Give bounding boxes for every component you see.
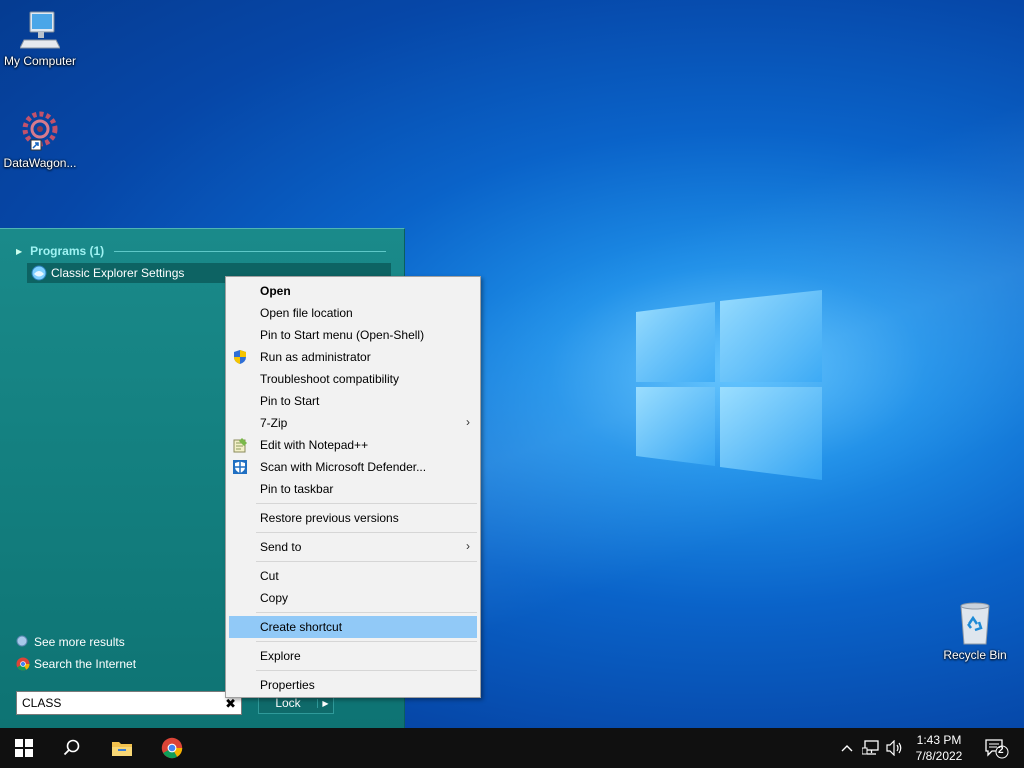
notification-count-badge: 2 bbox=[998, 745, 1004, 756]
menu-item-run-as-administrator[interactable]: Run as administrator bbox=[226, 346, 480, 368]
menu-item-open-file-location[interactable]: Open file location bbox=[226, 302, 480, 324]
see-more-results-label: See more results bbox=[34, 635, 125, 649]
notification-icon bbox=[985, 739, 1009, 759]
chrome-icon bbox=[161, 737, 183, 759]
search-icon bbox=[63, 739, 80, 756]
programs-section-header[interactable]: ▶ Programs (1) bbox=[16, 243, 386, 259]
menu-item-7-zip[interactable]: 7-Zip › bbox=[226, 412, 480, 434]
see-more-results-link[interactable]: See more results bbox=[16, 635, 125, 649]
menu-item-label: Scan with Microsoft Defender... bbox=[260, 460, 427, 474]
network-status-button[interactable] bbox=[860, 728, 882, 768]
section-divider bbox=[114, 250, 386, 252]
clear-search-icon[interactable]: ✖ bbox=[225, 696, 236, 712]
chevron-up-icon bbox=[841, 745, 853, 752]
expand-triangle-icon: ▶ bbox=[16, 246, 23, 256]
menu-item-send-to[interactable]: Send to › bbox=[226, 536, 480, 558]
desktop-icon-datawagon[interactable]: DataWagon... bbox=[0, 108, 80, 170]
menu-item-label: Open bbox=[260, 284, 291, 298]
volume-button[interactable] bbox=[884, 728, 906, 768]
menu-item-label: Troubleshoot compatibility bbox=[260, 372, 399, 386]
menu-item-label: Send to bbox=[260, 540, 302, 554]
notepadpp-icon bbox=[233, 438, 247, 453]
action-center-button[interactable]: 2 bbox=[976, 728, 1016, 768]
recycle-bin-icon bbox=[960, 602, 990, 645]
menu-item-label: Copy bbox=[260, 591, 289, 605]
menu-item-open[interactable]: Open bbox=[226, 280, 480, 302]
network-ethernet-icon bbox=[862, 740, 879, 755]
menu-item-restore-previous-versions[interactable]: Restore previous versions bbox=[226, 507, 480, 529]
clock-date: 7/8/2022 bbox=[915, 749, 963, 763]
programs-section-label: Programs (1) bbox=[30, 244, 105, 258]
menu-separator bbox=[256, 670, 477, 671]
menu-separator bbox=[256, 503, 477, 504]
menu-separator bbox=[256, 612, 477, 613]
menu-item-create-shortcut[interactable]: Create shortcut bbox=[229, 616, 477, 638]
submenu-chevron-icon: › bbox=[466, 415, 470, 429]
menu-item-label: Run as administrator bbox=[260, 350, 371, 364]
taskbar-chrome-button[interactable] bbox=[148, 728, 196, 768]
desktop-icon-label: DataWagon... bbox=[3, 156, 77, 170]
search-results-icon bbox=[16, 635, 28, 647]
windows-start-icon bbox=[15, 739, 33, 757]
search-internet-label: Search the Internet bbox=[34, 657, 137, 671]
menu-item-pin-to-start[interactable]: Pin to Start bbox=[226, 390, 480, 412]
desktop-icon-label: Recycle Bin bbox=[943, 648, 1007, 662]
submenu-chevron-icon: › bbox=[466, 539, 470, 553]
search-internet-link[interactable]: Search the Internet bbox=[16, 657, 136, 671]
lock-button-label: Lock bbox=[275, 696, 301, 710]
computer-icon bbox=[20, 11, 60, 49]
menu-item-label: Open file location bbox=[260, 306, 353, 320]
menu-separator bbox=[256, 641, 477, 642]
context-menu: Open Open file location Pin to Start men… bbox=[225, 276, 481, 698]
uac-shield-icon bbox=[234, 350, 246, 364]
menu-item-label: 7-Zip bbox=[260, 416, 288, 430]
menu-item-label: Edit with Notepad++ bbox=[260, 438, 369, 452]
menu-item-label: Explore bbox=[260, 649, 301, 663]
menu-item-label: Pin to Start bbox=[260, 394, 320, 408]
menu-item-explore[interactable]: Explore bbox=[226, 645, 480, 667]
file-explorer-folder-icon bbox=[112, 742, 132, 756]
menu-item-pin-to-taskbar[interactable]: Pin to taskbar bbox=[226, 478, 480, 500]
menu-item-label: Create shortcut bbox=[260, 620, 343, 634]
desktop-icon-recycle-bin[interactable]: Recycle Bin bbox=[935, 602, 1015, 662]
menu-item-pin-to-start-menu-open-shell[interactable]: Pin to Start menu (Open-Shell) bbox=[226, 324, 480, 346]
datawagon-gear-icon bbox=[22, 111, 58, 151]
chrome-icon bbox=[16, 657, 30, 671]
desktop-icon-my-computer[interactable]: My Computer bbox=[0, 10, 80, 68]
menu-item-label: Restore previous versions bbox=[260, 511, 399, 525]
search-result-label: Classic Explorer Settings bbox=[51, 266, 185, 280]
taskbar: 1:43 PM 7/8/2022 2 bbox=[0, 728, 1024, 768]
menu-item-cut[interactable]: Cut bbox=[226, 565, 480, 587]
menu-item-troubleshoot-compatibility[interactable]: Troubleshoot compatibility bbox=[226, 368, 480, 390]
menu-separator bbox=[256, 561, 477, 562]
menu-item-properties[interactable]: Properties bbox=[226, 674, 480, 696]
menu-item-scan-with-defender[interactable]: Scan with Microsoft Defender... bbox=[226, 456, 480, 478]
windows-logo-wallpaper bbox=[636, 290, 822, 480]
speaker-volume-icon bbox=[886, 740, 902, 756]
classic-explorer-shell-icon bbox=[31, 265, 47, 281]
menu-item-edit-with-notepadpp[interactable]: Edit with Notepad++ bbox=[226, 434, 480, 456]
taskbar-clock[interactable]: 1:43 PM 7/8/2022 bbox=[906, 732, 972, 764]
clock-time: 1:43 PM bbox=[916, 733, 962, 747]
menu-item-label: Pin to taskbar bbox=[260, 482, 334, 496]
start-button[interactable] bbox=[0, 728, 48, 768]
menu-separator bbox=[256, 532, 477, 533]
taskbar-file-explorer-button[interactable] bbox=[98, 728, 146, 768]
menu-item-label: Pin to Start menu (Open-Shell) bbox=[260, 328, 425, 342]
desktop-icon-label: My Computer bbox=[3, 54, 77, 68]
lock-options-arrow-icon[interactable]: ▶ bbox=[317, 698, 333, 708]
start-search-box[interactable]: ✖ bbox=[16, 691, 242, 715]
menu-item-copy[interactable]: Copy bbox=[226, 587, 480, 609]
start-search-input[interactable] bbox=[22, 696, 212, 710]
show-hidden-icons-button[interactable] bbox=[838, 728, 856, 768]
defender-icon bbox=[233, 460, 247, 474]
menu-item-label: Cut bbox=[260, 569, 279, 583]
taskbar-search-button[interactable] bbox=[48, 728, 96, 768]
menu-item-label: Properties bbox=[260, 678, 315, 692]
